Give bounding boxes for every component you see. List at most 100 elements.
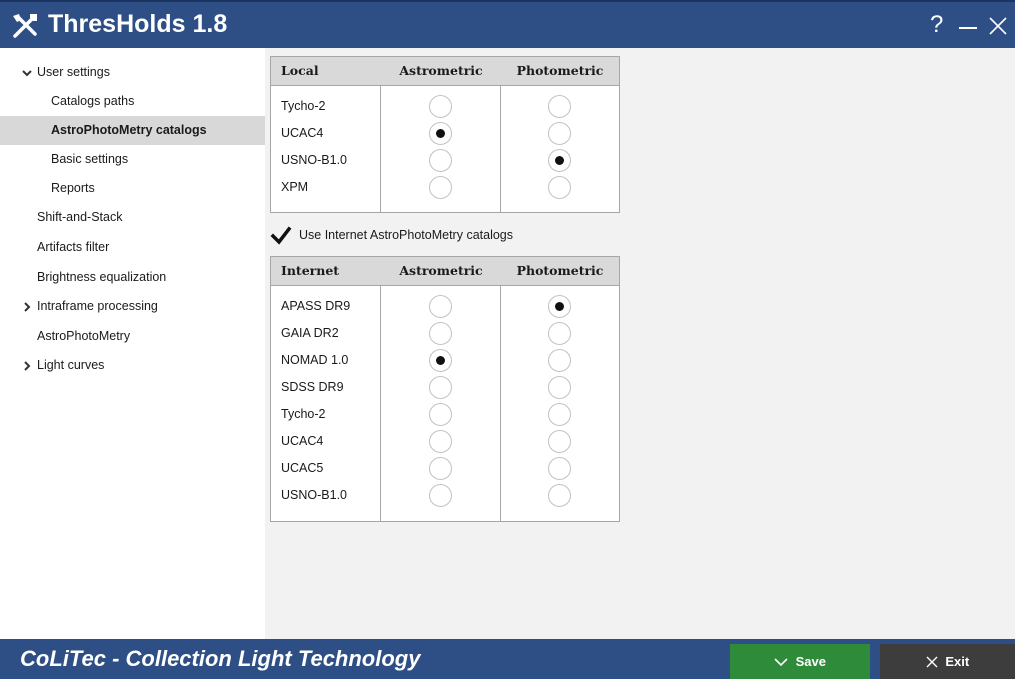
catalog-name: SDSS DR9 <box>281 380 344 394</box>
save-button[interactable]: Save <box>730 644 870 679</box>
table-row: UCAC5 <box>271 455 619 482</box>
header-astrometric: Astrometric <box>399 263 483 278</box>
save-label: Save <box>795 654 826 669</box>
use-internet-checkbox[interactable]: Use Internet AstroPhotoMetry catalogs <box>270 225 570 247</box>
sidebar-item-artifacts-filter[interactable]: Artifacts filter <box>0 233 265 262</box>
catalog-name: APASS DR9 <box>281 299 351 313</box>
table-row: USNO-B1.0 <box>271 147 619 174</box>
table-row: NOMAD 1.0 <box>271 347 619 374</box>
catalog-name: UCAC5 <box>281 461 324 475</box>
astrometric-radio[interactable] <box>429 484 452 507</box>
catalog-name: USNO-B1.0 <box>281 488 347 502</box>
sidebar-item-basic-settings[interactable]: Basic settings <box>0 145 265 174</box>
photometric-radio[interactable] <box>548 322 571 345</box>
header-photometric: Photometric <box>516 263 604 278</box>
photometric-radio[interactable] <box>548 149 571 172</box>
table-header: Internet Astrometric Photometric <box>271 257 619 286</box>
table-row: UCAC4 <box>271 428 619 455</box>
astrometric-radio[interactable] <box>429 122 452 145</box>
photometric-radio[interactable] <box>548 295 571 318</box>
close-icon[interactable] <box>988 12 1008 38</box>
header-astrometric: Astrometric <box>399 63 483 78</box>
table-row: APASS DR9 <box>271 293 619 320</box>
sidebar-item-brightness-equalization[interactable]: Brightness equalization <box>0 263 265 292</box>
photometric-radio[interactable] <box>548 430 571 453</box>
header-photometric: Photometric <box>516 63 604 78</box>
sidebar-item-light-curves[interactable]: Light curves <box>0 351 265 380</box>
checkmark-icon[interactable] <box>270 225 292 247</box>
sidebar: User settings Catalogs paths AstroPhotoM… <box>0 48 265 639</box>
sidebar-item-label: AstroPhotoMetry <box>37 329 131 343</box>
sidebar-item-label: User settings <box>37 65 110 79</box>
sidebar-item-label: Artifacts filter <box>37 240 110 254</box>
table-row: XPM <box>271 174 619 201</box>
table-row: UCAC4 <box>271 120 619 147</box>
chevron-down-icon <box>774 657 788 666</box>
table-row: Tycho-2 <box>271 93 619 120</box>
astrometric-radio[interactable] <box>429 176 452 199</box>
main-panel: Local Astrometric Photometric Tycho-2 UCA… <box>265 48 1015 639</box>
table-row: SDSS DR9 <box>271 374 619 401</box>
sidebar-item-astrophotometry[interactable]: AstroPhotoMetry <box>0 322 265 351</box>
astrometric-radio[interactable] <box>429 322 452 345</box>
astrometric-radio[interactable] <box>429 295 452 318</box>
sidebar-item-intraframe-processing[interactable]: Intraframe processing <box>0 292 265 321</box>
footer-bar: CoLiTec - Collection Light Technology Sa… <box>0 639 1015 679</box>
photometric-radio[interactable] <box>548 457 571 480</box>
astrometric-radio[interactable] <box>429 430 452 453</box>
catalog-name: USNO-B1.0 <box>281 153 347 167</box>
app-title: ThresHolds 1.8 <box>48 10 228 38</box>
catalog-name: Tycho-2 <box>281 99 326 113</box>
sidebar-item-label: Reports <box>51 181 95 195</box>
sidebar-item-label: AstroPhotoMetry catalogs <box>51 123 207 137</box>
sidebar-item-label: Brightness equalization <box>37 270 167 284</box>
title-bar: ThresHolds 1.8 ? <box>0 0 1015 48</box>
internet-catalogs-table: Internet Astrometric Photometric APASS D… <box>270 256 620 522</box>
sidebar-item-label: Light curves <box>37 358 105 372</box>
sidebar-item-user-settings[interactable]: User settings <box>0 58 265 87</box>
table-row: Tycho-2 <box>271 401 619 428</box>
radio-dot <box>555 156 564 165</box>
sidebar-item-label: Catalogs paths <box>51 94 135 108</box>
tools-icon <box>13 14 37 38</box>
photometric-radio[interactable] <box>548 484 571 507</box>
sidebar-item-catalogs-paths[interactable]: Catalogs paths <box>0 87 265 116</box>
catalog-name: UCAC4 <box>281 434 324 448</box>
astrometric-radio[interactable] <box>429 349 452 372</box>
sidebar-item-shift-and-stack[interactable]: Shift-and-Stack <box>0 203 265 232</box>
chevron-right-icon <box>24 361 31 371</box>
photometric-radio[interactable] <box>548 176 571 199</box>
astrometric-radio[interactable] <box>429 403 452 426</box>
table-row: GAIA DR2 <box>271 320 619 347</box>
astrometric-radio[interactable] <box>429 376 452 399</box>
photometric-radio[interactable] <box>548 349 571 372</box>
minimize-icon[interactable] <box>958 12 978 38</box>
photometric-radio[interactable] <box>548 403 571 426</box>
catalog-name: Tycho-2 <box>281 407 326 421</box>
local-catalogs-table: Local Astrometric Photometric Tycho-2 UCA… <box>270 56 620 213</box>
use-internet-label: Use Internet AstroPhotoMetry catalogs <box>299 228 513 242</box>
photometric-radio[interactable] <box>548 122 571 145</box>
sidebar-item-label: Intraframe processing <box>37 299 158 313</box>
header-local: Local <box>281 63 319 78</box>
radio-dot <box>436 129 445 138</box>
radio-dot <box>555 302 564 311</box>
help-button[interactable]: ? <box>930 12 943 38</box>
sidebar-item-label: Basic settings <box>51 152 129 166</box>
catalog-name: XPM <box>281 180 309 194</box>
radio-dot <box>436 356 445 365</box>
brand-text: CoLiTec - Collection Light Technology <box>20 646 421 671</box>
photometric-radio[interactable] <box>548 376 571 399</box>
sidebar-item-label: Shift-and-Stack <box>37 210 123 224</box>
table-header: Local Astrometric Photometric <box>271 57 619 86</box>
exit-label: Exit <box>945 654 970 669</box>
astrometric-radio[interactable] <box>429 457 452 480</box>
photometric-radio[interactable] <box>548 95 571 118</box>
chevron-down-icon <box>22 70 32 77</box>
sidebar-item-reports[interactable]: Reports <box>0 174 265 203</box>
catalog-name: NOMAD 1.0 <box>281 353 349 367</box>
astrometric-radio[interactable] <box>429 95 452 118</box>
sidebar-item-astrophotometry-catalogs[interactable]: AstroPhotoMetry catalogs <box>0 116 265 145</box>
astrometric-radio[interactable] <box>429 149 452 172</box>
exit-button[interactable]: Exit <box>880 644 1015 679</box>
